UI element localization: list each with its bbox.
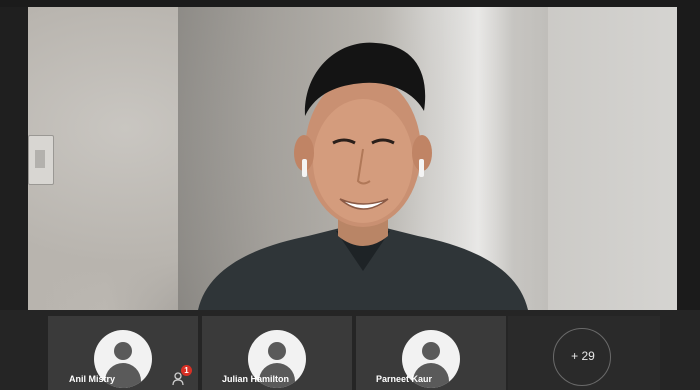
more-participants-tile[interactable]: + 29 xyxy=(508,316,660,390)
main-speaker-video[interactable] xyxy=(28,7,677,310)
participant-filmstrip: Anil Mistry 1 Julian Hamilton Parneet Ka… xyxy=(0,310,700,390)
participant-name: Anil Mistry xyxy=(69,374,116,384)
more-participants-button[interactable]: + 29 xyxy=(553,328,611,386)
avatar-head xyxy=(422,342,440,360)
avatar-head xyxy=(268,342,286,360)
participant-tile[interactable]: Parneet Kaur xyxy=(356,316,506,390)
window-right-edge xyxy=(677,7,700,310)
speaker-figure xyxy=(198,42,528,310)
participant-name: Julian Hamilton xyxy=(222,374,290,384)
more-participants-count: + 29 xyxy=(571,349,595,363)
participant-name: Parneet Kaur xyxy=(376,374,433,384)
wall-thermostat xyxy=(28,135,54,185)
avatar-head xyxy=(114,342,132,360)
participant-tile[interactable]: Julian Hamilton xyxy=(202,316,352,390)
raise-hand-count-badge: 1 xyxy=(181,365,192,376)
window-top-edge xyxy=(0,0,700,7)
